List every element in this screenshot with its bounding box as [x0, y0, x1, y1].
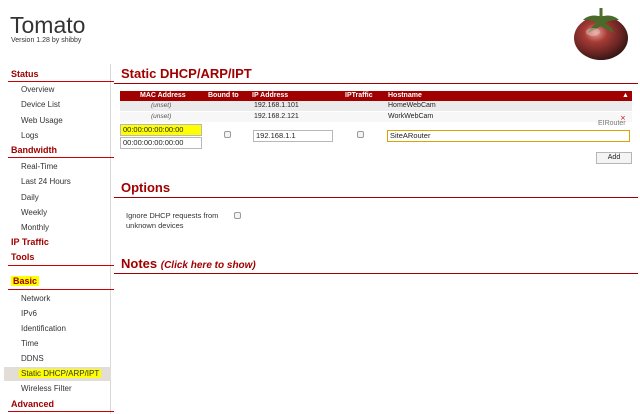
table-row[interactable]: (unset) 192.168.2.121 WorkWebCam: [120, 112, 632, 122]
ignore-unknown-checkbox[interactable]: [234, 212, 241, 219]
sidebar-item-label: IPv6: [21, 309, 38, 318]
sidebar-ip-traffic-label: IP Traffic: [11, 237, 49, 247]
sidebar-separator: [8, 81, 114, 82]
sidebar-item-time[interactable]: Time: [4, 337, 111, 351]
sidebar-item-static-dhcp[interactable]: Static DHCP/ARP/IPT: [4, 367, 111, 381]
header-hostname[interactable]: Hostname: [388, 92, 422, 99]
app-title: Tomato: [10, 12, 86, 38]
row-ip: 192.168.1.101: [254, 102, 299, 109]
header-bound-to[interactable]: Bound to: [208, 92, 239, 99]
header-ip-address[interactable]: IP Address: [252, 92, 288, 99]
sidebar-status[interactable]: Status: [4, 68, 111, 82]
sidebar-item-monthly[interactable]: Monthly: [4, 221, 111, 235]
sidebar-tools[interactable]: Tools: [4, 251, 111, 265]
header: Tomato Version 1.28 by shibby: [0, 0, 640, 64]
sidebar-item-weekly[interactable]: Weekly: [4, 206, 111, 220]
notes-show-link[interactable]: (Click here to show): [161, 260, 256, 271]
router-name: EIRouter: [598, 120, 626, 127]
static-dhcp-table: MAC Address Bound to IP Address IPTraffi…: [120, 91, 632, 181]
main-content: Static DHCP/ARP/IPT MAC Address Bound to…: [112, 64, 640, 414]
header-iptraffic[interactable]: IPTraffic: [345, 92, 373, 99]
sidebar-item-label: Device List: [21, 100, 61, 109]
mac-address-input-1[interactable]: 00:00:00:00:00:00: [120, 124, 202, 136]
sidebar-item-label: Web Usage: [21, 116, 63, 125]
sidebar-item-label: Wireless Filter: [21, 384, 72, 393]
sidebar-item-label: Time: [21, 339, 39, 348]
sidebar-item-last-24-hours[interactable]: Last 24 Hours: [4, 175, 111, 189]
row-hostname: HomeWebCam: [388, 102, 436, 109]
options-title: Options: [121, 180, 171, 195]
sort-arrow-icon[interactable]: ▲: [622, 92, 629, 99]
sidebar-basic-label: Basic: [11, 276, 40, 286]
ip-address-input[interactable]: 192.168.1.1: [253, 130, 333, 142]
bound-to-checkbox[interactable]: [224, 131, 231, 138]
sidebar-advanced-label: Advanced: [11, 399, 55, 409]
sidebar-separator: [8, 265, 114, 266]
sidebar-status-label: Status: [11, 69, 39, 79]
notes-underline: [114, 273, 638, 274]
sidebar-item-overview[interactable]: Overview: [4, 83, 111, 97]
options-underline: [114, 197, 638, 198]
sidebar-item-ipv6[interactable]: IPv6: [4, 307, 111, 321]
page-title: Static DHCP/ARP/IPT: [121, 66, 252, 81]
sidebar-item-ddns[interactable]: DDNS: [4, 352, 111, 366]
sidebar-item-label: Weekly: [21, 208, 48, 217]
title-underline: [114, 83, 638, 84]
sidebar-item-label: Monthly: [21, 223, 50, 232]
sidebar-item-identification[interactable]: Identification: [4, 322, 111, 336]
sidebar-advanced[interactable]: Advanced: [4, 398, 111, 412]
ignore-unknown-label: Ignore DHCP requests from unknown device…: [126, 211, 219, 230]
sidebar-item-label: Real-Time: [21, 162, 58, 171]
sidebar-item-web-usage[interactable]: Web Usage: [4, 114, 111, 128]
sidebar-basic[interactable]: Basic: [4, 275, 111, 289]
table-header: MAC Address Bound to IP Address IPTraffi…: [120, 91, 632, 101]
hostname-input[interactable]: SiteARouter: [387, 130, 630, 142]
sidebar-item-label: Last 24 Hours: [21, 177, 71, 186]
sidebar-separator: [8, 411, 114, 412]
sidebar-item-network[interactable]: Network: [4, 292, 111, 306]
tomato-logo: [574, 8, 628, 60]
notes-toggle[interactable]: Notes (Click here to show): [121, 256, 256, 271]
sidebar-item-label: Identification: [21, 324, 66, 333]
sidebar-bandwidth-label: Bandwidth: [11, 145, 57, 155]
mac-address-input-2[interactable]: 00:00:00:00:00:00: [120, 137, 202, 149]
header-mac-address[interactable]: MAC Address: [140, 92, 186, 99]
sidebar-item-wireless-filter[interactable]: Wireless Filter: [4, 382, 111, 396]
notes-title: Notes: [121, 256, 158, 271]
sidebar-separator: [8, 289, 114, 290]
sidebar-separator: [8, 157, 114, 158]
iptraffic-checkbox[interactable]: [357, 131, 364, 138]
table-row[interactable]: (unset) 192.168.1.101 HomeWebCam: [120, 101, 632, 111]
sidebar-tools-label: Tools: [11, 252, 35, 262]
sidebar-item-label: Logs: [21, 131, 39, 140]
app-version: Version 1.28 by shibby: [11, 37, 82, 44]
row-mac: (unset): [151, 113, 172, 120]
row-hostname: WorkWebCam: [388, 113, 434, 120]
sidebar-bandwidth[interactable]: Bandwidth: [4, 144, 111, 158]
sidebar-item-logs[interactable]: Logs: [4, 129, 111, 143]
row-mac: (unset): [151, 102, 172, 109]
sidebar-item-label: Daily: [21, 193, 39, 202]
sidebar-item-real-time[interactable]: Real-Time: [4, 160, 111, 174]
sidebar-item-device-list[interactable]: Device List: [4, 98, 111, 112]
sidebar: Status Overview Device List Web Usage Lo…: [4, 64, 114, 414]
sidebar-item-label: DDNS: [21, 354, 44, 363]
sidebar-item-daily[interactable]: Daily: [4, 191, 111, 205]
sidebar-item-label: Overview: [21, 85, 55, 94]
sidebar-ip-traffic[interactable]: IP Traffic: [4, 236, 111, 250]
row-ip: 192.168.2.121: [254, 113, 299, 120]
sidebar-item-label: Static DHCP/ARP/IPT: [19, 369, 102, 378]
add-button[interactable]: Add: [596, 152, 632, 164]
sidebar-item-label: Network: [21, 294, 51, 303]
